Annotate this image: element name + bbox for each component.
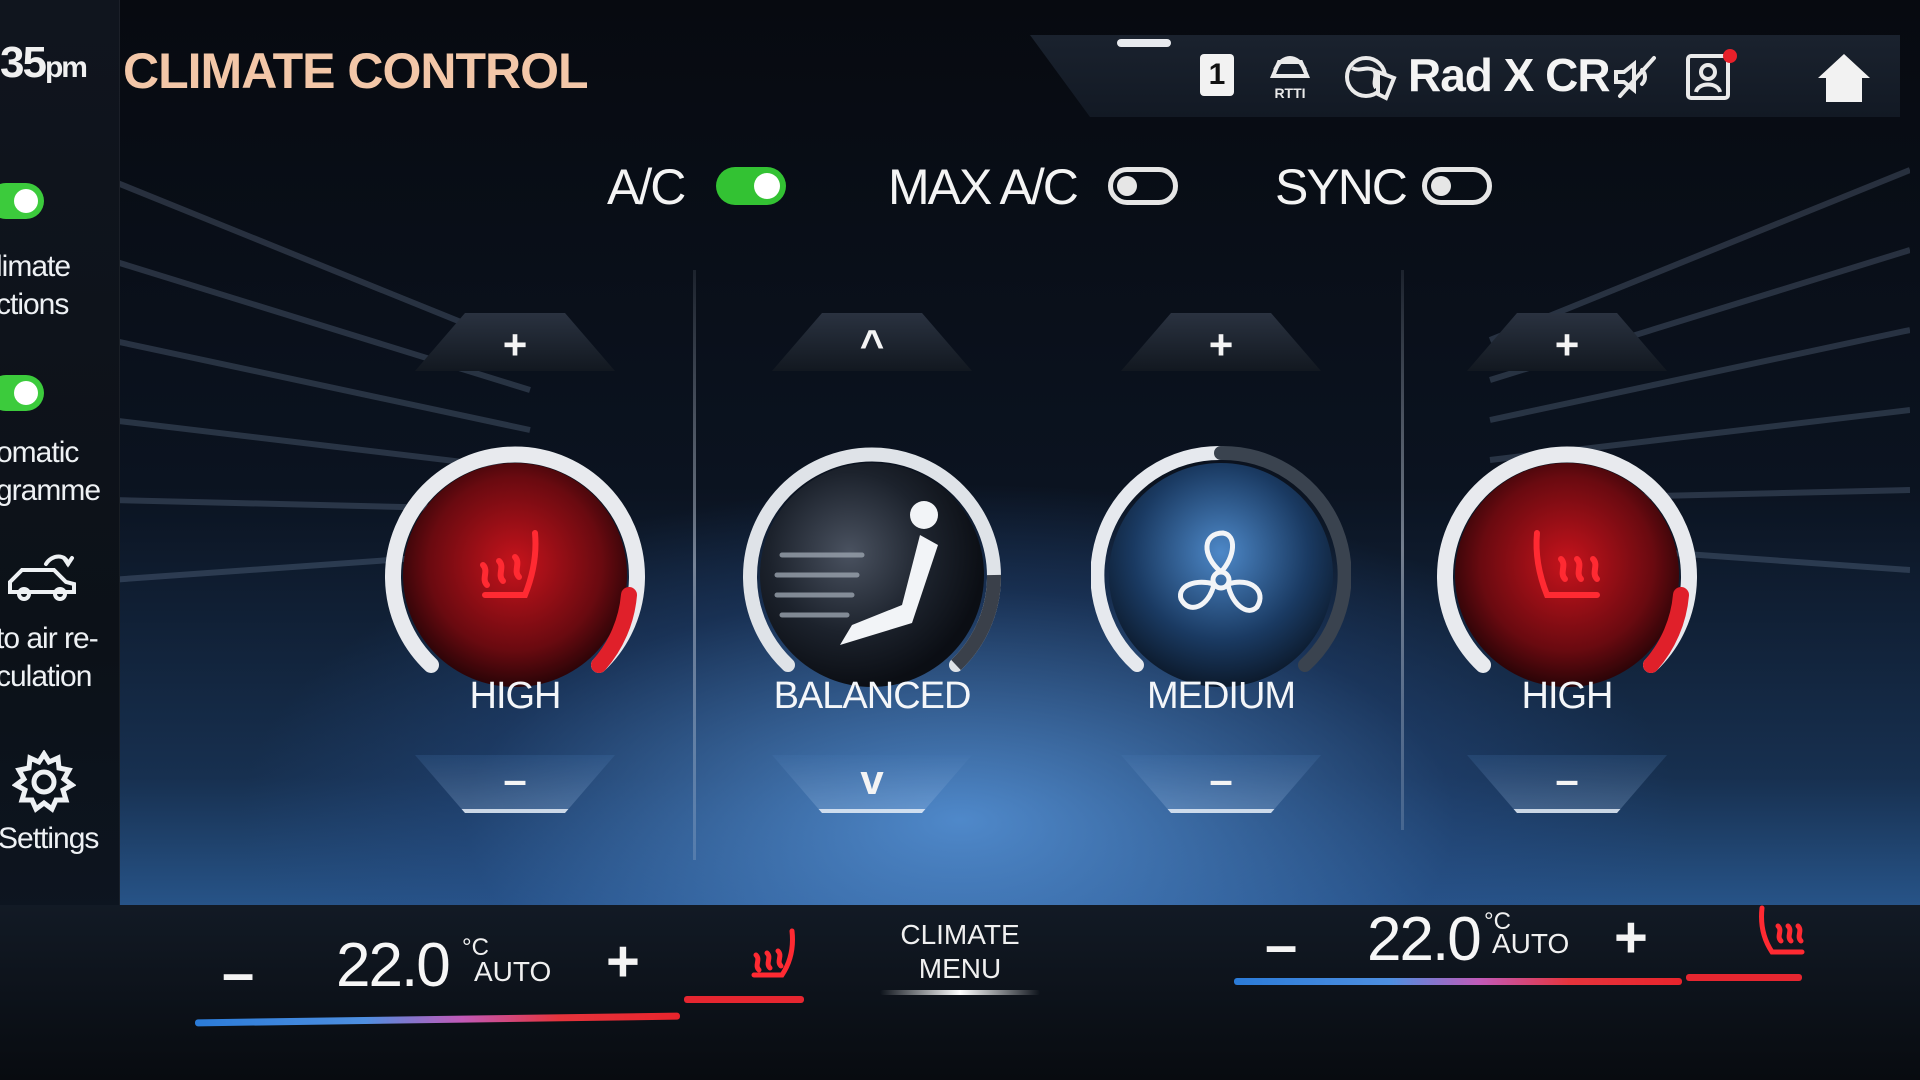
max-ac-switch[interactable] <box>1108 167 1178 205</box>
drawer-handle[interactable] <box>1117 39 1171 47</box>
car-recirculation-icon[interactable] <box>8 552 78 602</box>
sidebar-toggle-climate-functions[interactable] <box>0 183 44 219</box>
climate-screen: 35pm limate ctions omatic gramme to air … <box>0 0 1920 1080</box>
air-distribution-control: ^ BALANCED v <box>722 305 1022 835</box>
sidebar: 35pm limate ctions omatic gramme to air … <box>0 0 120 920</box>
profile-icon[interactable] <box>1684 48 1740 104</box>
driver-temp-decrease-button[interactable]: – <box>222 940 254 1007</box>
fan-speed-increase-button[interactable]: + <box>1121 313 1321 371</box>
rtti-label: RTTI <box>1274 85 1305 101</box>
divider-left <box>693 270 696 860</box>
driver-temp-mode: AUTO <box>474 956 552 987</box>
passenger-seat-heating-increase-button[interactable]: + <box>1467 313 1667 371</box>
station-name: Rad X CR <box>1408 49 1611 101</box>
driver-seat-heating-increase-button[interactable]: + <box>415 313 615 371</box>
climate-menu-button[interactable]: CLIMATE MENU <box>880 918 1040 986</box>
passenger-temp-mode: AUTO <box>1492 928 1570 959</box>
climate-menu-indicator <box>880 990 1040 995</box>
sync-switch[interactable] <box>1422 167 1492 205</box>
clock: 35pm <box>0 38 88 87</box>
home-icon[interactable] <box>1816 50 1872 106</box>
air-distribution-level: BALANCED <box>773 675 972 717</box>
fan-speed-level: MEDIUM <box>1146 675 1296 717</box>
driver-heat-bar <box>684 996 804 1003</box>
mute-icon[interactable] <box>1612 54 1658 100</box>
driver-seat-heating-decrease-button[interactable]: – <box>415 755 615 813</box>
notification-dot <box>1723 49 1737 63</box>
passenger-seat-heating-level: HIGH <box>1521 675 1614 717</box>
channel-badge: 1 <box>1200 54 1234 96</box>
passenger-heat-bar <box>1686 974 1802 981</box>
driver-temp-increase-button[interactable]: + <box>606 928 640 995</box>
driver-seat-heating-control: + HIGH – <box>365 305 665 835</box>
divider-right <box>1401 270 1404 830</box>
passenger-seat-heating-decrease-button[interactable]: – <box>1467 755 1667 813</box>
passenger-temp-value: 22.0 <box>1367 905 1482 974</box>
air-distribution-down-button[interactable]: v <box>772 755 972 813</box>
air-distribution-dial[interactable] <box>742 445 1002 705</box>
fan-speed-control: + MEDIUM – <box>1071 305 1371 835</box>
fan-speed-dial[interactable] <box>1091 445 1351 705</box>
fan-speed-decrease-button[interactable]: – <box>1121 755 1321 813</box>
page-title: CLIMATE CONTROL <box>123 43 589 99</box>
passenger-temp-increase-button[interactable]: + <box>1614 904 1648 971</box>
passenger-seat-heating-control: + HIGH – <box>1417 305 1717 835</box>
navigation-globe-icon[interactable] <box>1344 52 1398 102</box>
driver-seat-heating-level: HIGH <box>469 675 562 717</box>
max-ac-label: MAX A/C <box>888 159 1079 215</box>
passenger-temp-bar <box>1234 978 1682 985</box>
sidebar-item-automatic-programme[interactable]: omatic gramme <box>0 434 126 510</box>
gear-icon[interactable] <box>12 750 76 814</box>
passenger-seat-heat-shortcut-icon[interactable] <box>1752 902 1808 958</box>
sidebar-item-auto-air-recirculation[interactable]: to air re- culation <box>0 620 126 696</box>
passenger-seat-heating-dial[interactable] <box>1437 445 1697 705</box>
sidebar-toggle-automatic-programme[interactable] <box>0 375 44 411</box>
passenger-temp-decrease-button[interactable]: – <box>1265 912 1297 979</box>
sync-label: SYNC <box>1275 159 1408 215</box>
driver-seat-heat-shortcut-icon[interactable] <box>748 925 806 983</box>
ac-label: A/C <box>607 159 686 215</box>
driver-temp-value: 22.0 <box>336 931 451 1000</box>
sidebar-item-settings[interactable]: Settings <box>0 820 128 858</box>
ac-switch[interactable] <box>716 167 786 205</box>
sidebar-item-climate-functions[interactable]: limate ctions <box>0 248 126 324</box>
air-distribution-up-button[interactable]: ^ <box>772 313 972 371</box>
rtti-icon: RTTI <box>1269 56 1311 101</box>
driver-seat-heating-dial[interactable] <box>385 445 645 705</box>
